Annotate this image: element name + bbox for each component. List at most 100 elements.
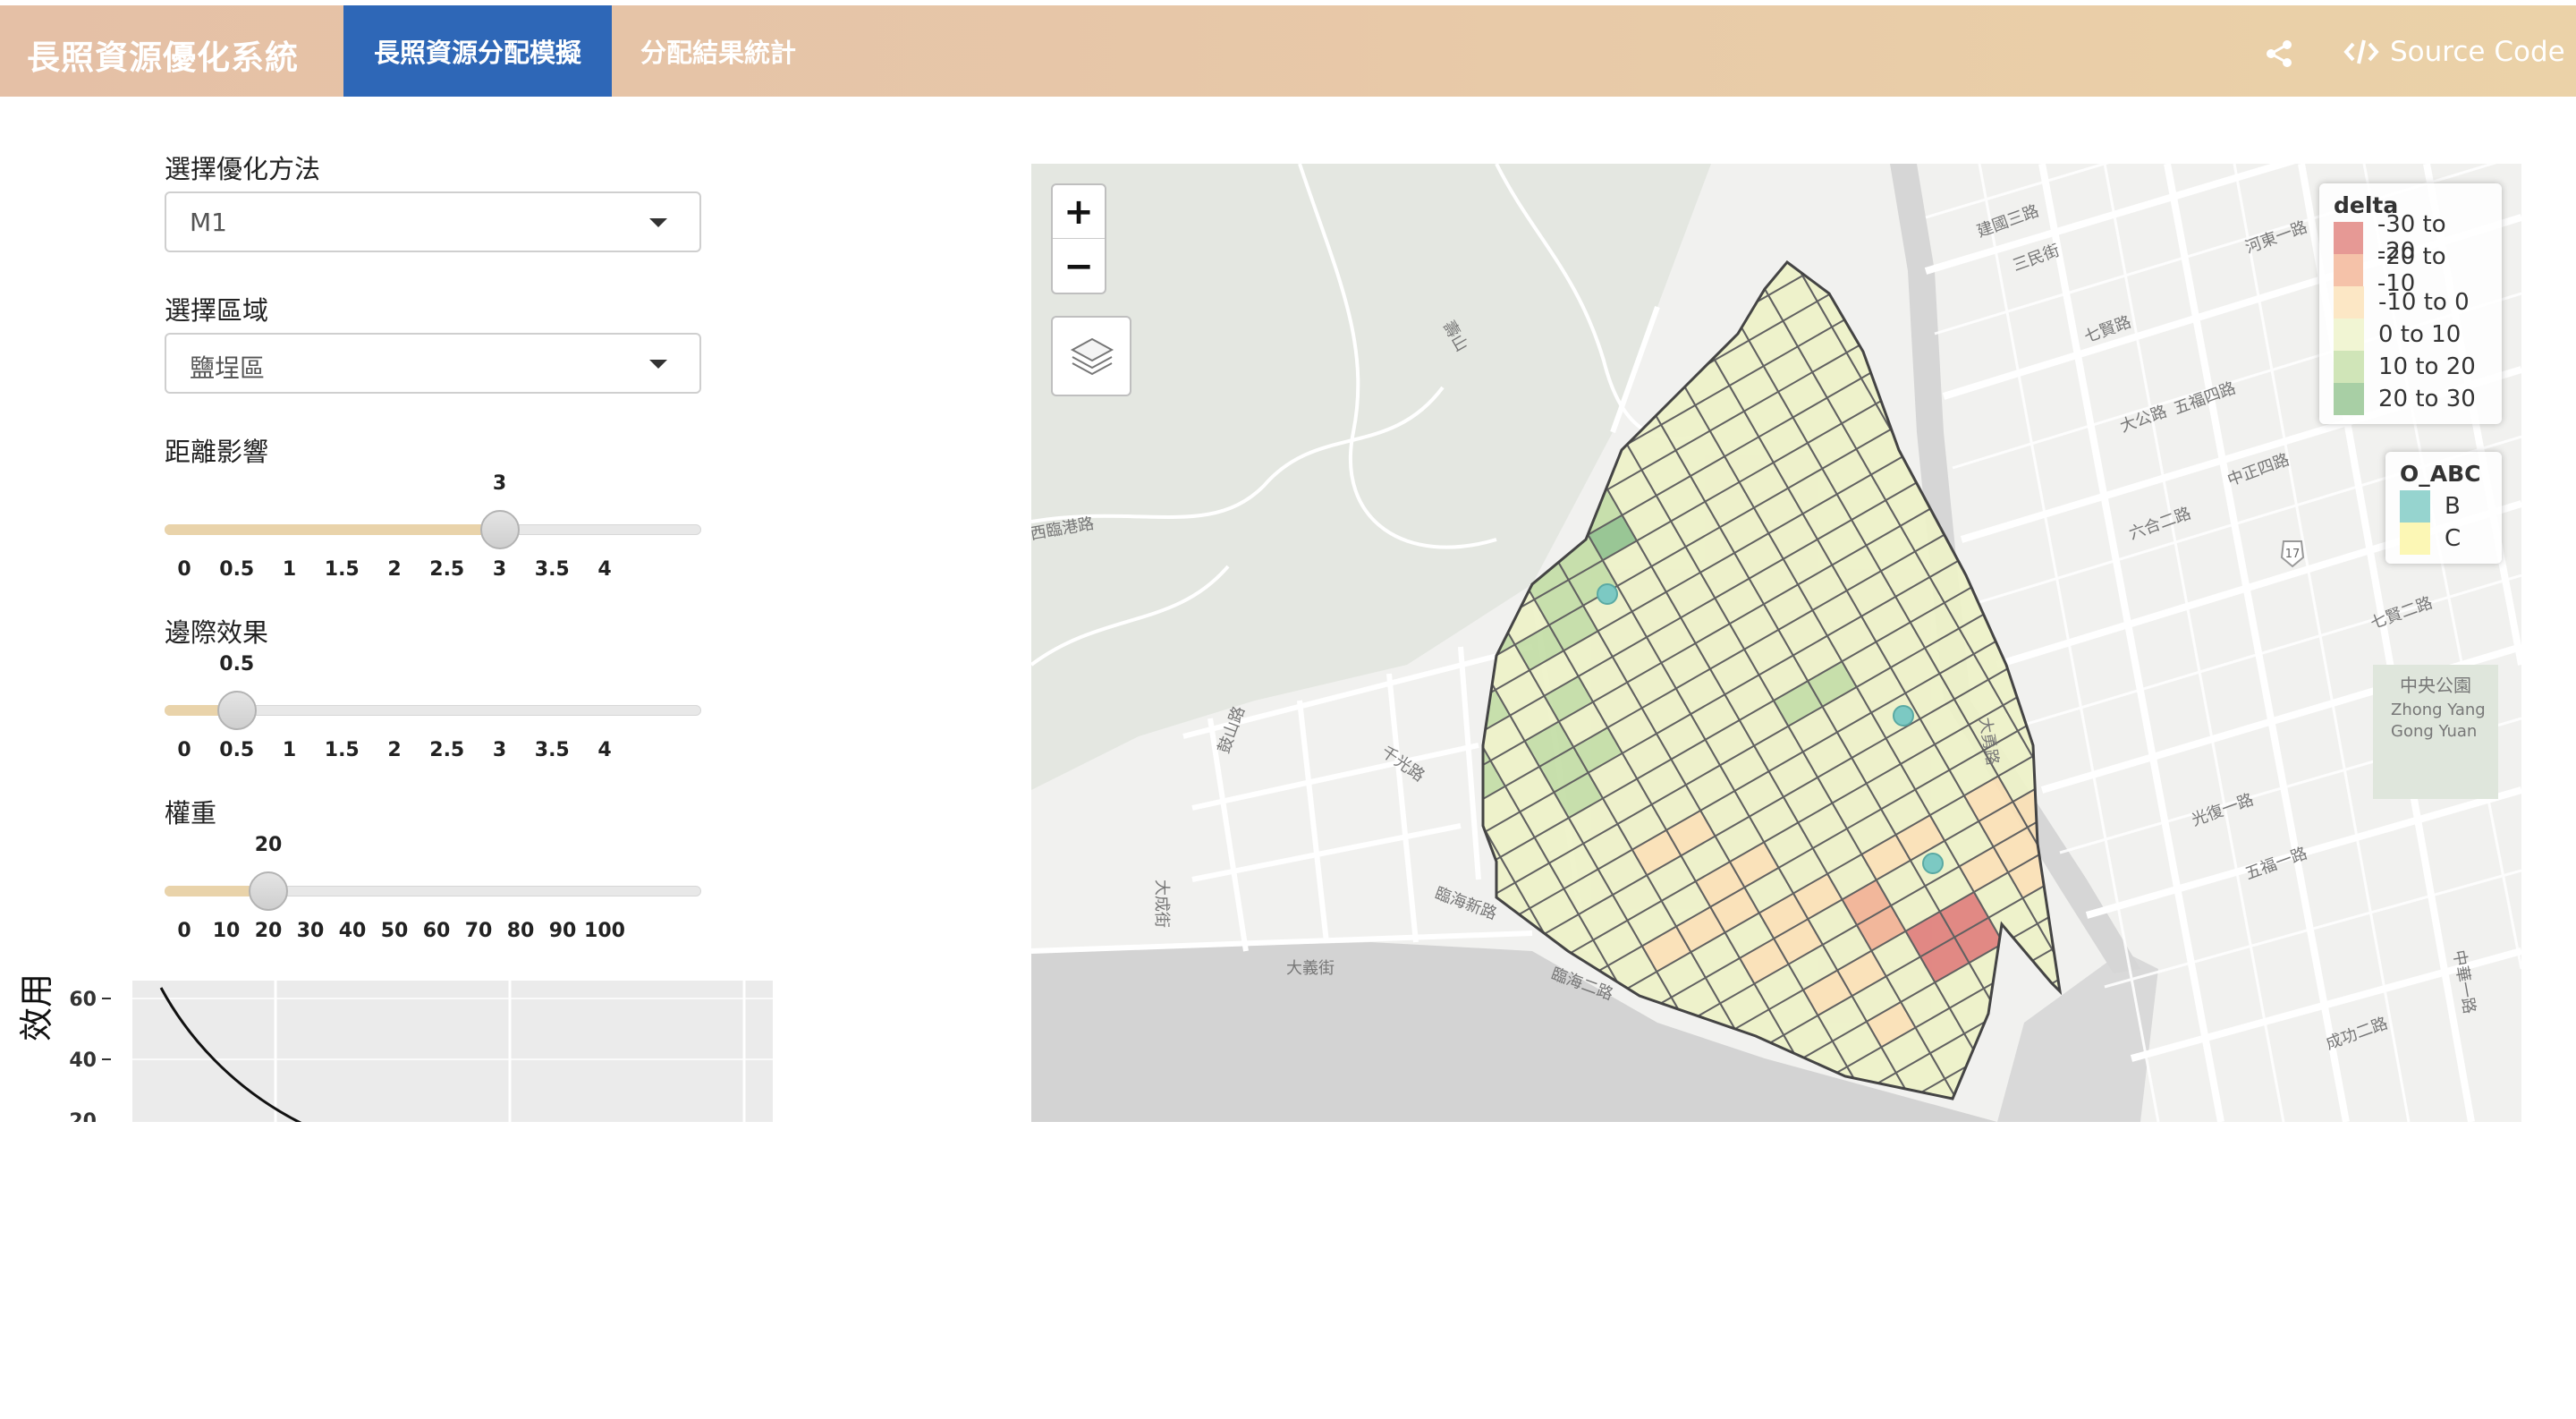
slider-tick-label: 1 — [282, 739, 297, 761]
method-select-value: M1 — [190, 208, 227, 237]
legend-item: 20 to 30 — [2334, 383, 2487, 415]
legend-swatch — [2334, 222, 2363, 254]
legend-swatch — [2334, 383, 2364, 415]
route-number: 17 — [2285, 548, 2301, 561]
o-abc-legend: O_ABC BC — [2385, 452, 2502, 564]
chevron-down-icon — [649, 218, 667, 227]
slider-ticks: 0 0.5 1 1.5 2 2.5 3 3.5 4 — [165, 558, 701, 585]
y-tick-label: 60 — [69, 989, 97, 1011]
slider-tick-label: 70 — [464, 920, 493, 942]
slider-tick-label: 2.5 — [429, 739, 465, 761]
street-label: 大成街 — [1152, 879, 1171, 928]
slider-current-value: 0.5 — [219, 653, 255, 676]
plot-svg — [132, 981, 773, 1122]
slider-tick-label: 80 — [506, 920, 535, 942]
legend-label: -10 to 0 — [2378, 289, 2470, 316]
facility-marker[interactable] — [1893, 705, 1914, 726]
slider-tick-label: 3 — [492, 558, 507, 581]
distance-label: 距離影響 — [165, 437, 269, 467]
slider-fill — [165, 524, 500, 535]
slider-tick-label: 1.5 — [324, 558, 360, 581]
slider-current-value: 3 — [492, 472, 507, 495]
slider-handle[interactable] — [216, 691, 257, 730]
slider-ticks: 0 0.5 1 1.5 2 2.5 3 3.5 4 — [165, 739, 701, 766]
legend-item: 10 to 20 — [2334, 351, 2487, 383]
region-select-value: 鹽埕區 — [190, 353, 266, 383]
legend-label: C — [2445, 525, 2462, 552]
source-code-link[interactable]: Source Code — [2343, 36, 2565, 68]
slider-tick-label: 0.5 — [219, 558, 255, 581]
y-tick-label: 40 — [69, 1049, 97, 1072]
slider-handle[interactable] — [479, 510, 520, 549]
slider-tick-label: 3.5 — [534, 739, 570, 761]
layers-button[interactable] — [1051, 316, 1131, 396]
slider-tick-label: 100 — [584, 920, 625, 942]
delta-legend: delta -30 to -20 -20 to -10 -10 to 00 to 1… — [2319, 183, 2502, 424]
slider-handle[interactable] — [249, 871, 288, 911]
tab-allocation-simulation[interactable]: 長照資源分配模擬 — [343, 5, 612, 97]
base-map[interactable]: 建國三路 三民街 河東一路 七賢路 五福四路 大公路 壽山 中正四路 六合二路 … — [1031, 164, 2521, 1122]
legend-swatch — [2334, 254, 2363, 286]
legend-label: 0 to 10 — [2378, 321, 2462, 348]
method-select[interactable]: M1 — [165, 191, 701, 252]
region-select[interactable]: 鹽埕區 — [165, 333, 701, 394]
share-icon[interactable] — [2265, 39, 2293, 68]
slider-tick-label: 1.5 — [324, 739, 360, 761]
slider-current-value: 20 — [254, 834, 283, 856]
legend-item: -10 to 0 — [2334, 286, 2487, 319]
slider-tick-label: 1 — [282, 558, 297, 581]
tab-allocation-statistics[interactable]: 分配結果統計 — [615, 5, 821, 97]
slider-tick-label: 20 — [254, 920, 283, 942]
utility-plot: 60 40 20 — [36, 979, 778, 1122]
slider-tick-label: 3 — [492, 739, 507, 761]
legend-item: B — [2400, 490, 2487, 523]
slider-ticks: 0 10 20 30 40 50 60 70 80 90 100 — [165, 920, 701, 947]
marginal-label: 邊際效果 — [165, 617, 269, 648]
slider-tick-label: 60 — [422, 920, 451, 942]
method-label: 選擇優化方法 — [165, 154, 321, 184]
legend-title: O_ABC — [2400, 461, 2481, 487]
street-label: Zhong Yang — [2391, 701, 2486, 719]
marginal-slider[interactable]: 0.5 0 0.5 1 1.5 2 2.5 3 3.5 4 — [165, 653, 701, 769]
source-code-label: Source Code — [2390, 36, 2565, 68]
legend-label: 20 to 30 — [2378, 386, 2476, 412]
utility-curve — [159, 987, 302, 1122]
slider-tick-label: 0.5 — [219, 739, 255, 761]
legend-swatch — [2334, 319, 2364, 351]
distance-slider[interactable]: 3 0 0.5 1 1.5 2 2.5 3 3.5 4 — [165, 472, 701, 589]
slider-tick-label: 30 — [296, 920, 325, 942]
facility-marker[interactable] — [1597, 583, 1618, 605]
slider-tick-label: 2 — [387, 558, 402, 581]
region-label: 選擇區域 — [165, 295, 269, 326]
legend-item: 0 to 10 — [2334, 319, 2487, 351]
street-label: 大義街 — [1286, 959, 1335, 978]
code-icon — [2343, 39, 2379, 64]
street-label: Gong Yuan — [2391, 722, 2477, 741]
slider-tick-label: 4 — [597, 558, 612, 581]
legend-item: C — [2400, 523, 2487, 555]
slider-tick-label: 2 — [387, 739, 402, 761]
legend-swatch — [2334, 351, 2364, 383]
plot-panel — [132, 981, 773, 1122]
slider-tick-label: 0 — [177, 558, 191, 581]
zoom-control: + − — [1051, 183, 1106, 294]
weight-slider[interactable]: 20 0 10 20 30 40 50 60 70 80 90 100 — [165, 834, 701, 950]
zoom-in-button[interactable]: + — [1053, 185, 1105, 239]
legend-swatch — [2334, 286, 2364, 319]
legend-item: -20 to -10 — [2334, 243, 2487, 297]
layers-icon — [1070, 337, 1114, 376]
app-brand[interactable]: 長照資源優化系統 — [27, 30, 299, 79]
y-tick-label: 20 — [69, 1110, 97, 1122]
chevron-down-icon — [649, 360, 667, 369]
slider-tick-label: 40 — [338, 920, 367, 942]
facility-marker[interactable] — [1922, 853, 1944, 874]
slider-tick-label: 4 — [597, 739, 612, 761]
weight-label: 權重 — [165, 798, 217, 828]
street-label: 中央公園 — [2400, 675, 2471, 696]
zoom-out-button[interactable]: − — [1053, 240, 1105, 293]
legend-label: 10 to 20 — [2378, 353, 2476, 380]
slider-tick-label: 10 — [212, 920, 241, 942]
map-view[interactable]: 建國三路 三民街 河東一路 七賢路 五福四路 大公路 壽山 中正四路 六合二路 … — [1031, 164, 2521, 1122]
plot-y-ticks: 60 40 20 — [69, 989, 111, 1122]
slider-tick-label: 90 — [548, 920, 577, 942]
